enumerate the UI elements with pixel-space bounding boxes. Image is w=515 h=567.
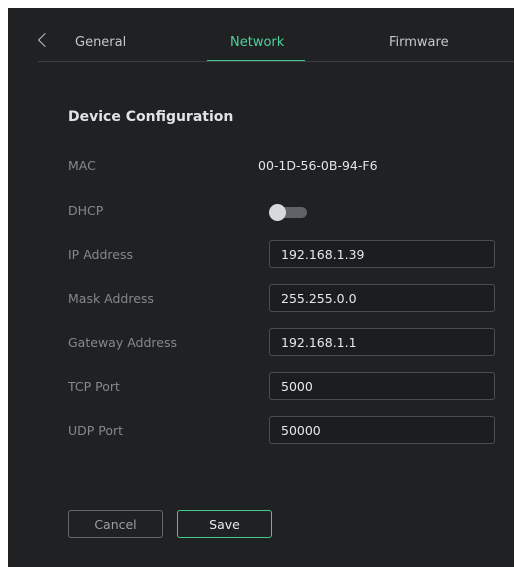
tab-general[interactable]: General bbox=[75, 35, 126, 50]
save-button[interactable]: Save bbox=[177, 510, 272, 538]
tcp-port-label: TCP Port bbox=[68, 379, 120, 394]
tab-firmware[interactable]: Firmware bbox=[389, 35, 449, 50]
ip-address-field[interactable] bbox=[269, 240, 495, 268]
tab-bar: General Network Firmware bbox=[8, 8, 514, 62]
gateway-address-label: Gateway Address bbox=[68, 335, 177, 350]
tab-network[interactable]: Network bbox=[230, 35, 284, 50]
section-title: Device Configuration bbox=[68, 109, 234, 125]
gateway-address-field[interactable] bbox=[269, 328, 495, 356]
tab-bar-divider bbox=[38, 61, 514, 62]
mask-address-label: Mask Address bbox=[68, 291, 154, 306]
network-settings-panel: General Network Firmware Device Configur… bbox=[8, 8, 514, 567]
mac-value: 00-1D-56-0B-94-F6 bbox=[258, 158, 378, 173]
dhcp-toggle-knob bbox=[269, 204, 286, 221]
mac-label: MAC bbox=[68, 158, 96, 173]
udp-port-label: UDP Port bbox=[68, 423, 124, 438]
dhcp-label: DHCP bbox=[68, 203, 104, 218]
mask-address-field[interactable] bbox=[269, 284, 495, 312]
dhcp-toggle[interactable] bbox=[269, 204, 307, 221]
cancel-button[interactable]: Cancel bbox=[68, 510, 163, 538]
ip-address-label: IP Address bbox=[68, 247, 133, 262]
tcp-port-field[interactable] bbox=[269, 372, 495, 400]
udp-port-field[interactable] bbox=[269, 416, 495, 444]
chevron-left-icon[interactable] bbox=[37, 32, 53, 48]
